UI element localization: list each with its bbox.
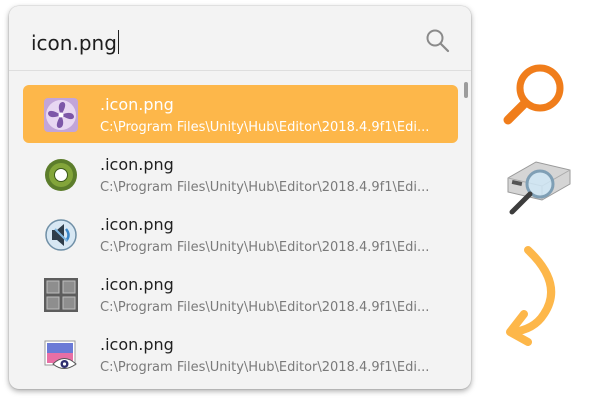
result-row[interactable]: .icon.png C:\Program Files\Unity\Hub\Edi… xyxy=(23,325,458,383)
result-name: .icon.png xyxy=(100,215,174,234)
result-path: C:\Program Files\Unity\Hub\Editor\2018.4… xyxy=(100,180,430,195)
result-path: C:\Program Files\Unity\Hub\Editor\2018.4… xyxy=(100,120,430,135)
result-name: .icon.png xyxy=(100,155,174,174)
fan-icon xyxy=(44,98,78,132)
result-row[interactable]: .icon.png C:\Program Files\Unity\Hub\Edi… xyxy=(23,265,458,323)
search-input[interactable]: icon.png xyxy=(31,28,119,58)
result-name: .icon.png xyxy=(100,275,174,294)
image-eye-icon xyxy=(44,340,77,369)
curved-arrow-icon xyxy=(506,246,556,346)
results-list: .icon.png C:\Program Files\Unity\Hub\Edi… xyxy=(9,71,471,389)
result-row[interactable]: .icon.png C:\Program Files\Unity\Hub\Edi… xyxy=(23,145,458,203)
result-row[interactable]: .icon.png C:\Program Files\Unity\Hub\Edi… xyxy=(23,205,458,263)
stage: icon.png .icon.png C:\Program Files\Unit… xyxy=(0,0,598,408)
result-path: C:\Program Files\Unity\Hub\Editor\2018.4… xyxy=(100,360,430,375)
green-ring-icon xyxy=(45,159,77,191)
magnifier-icon xyxy=(503,64,564,125)
scrollbar-thumb[interactable] xyxy=(464,82,468,98)
search-icon[interactable] xyxy=(425,28,451,54)
search-window: icon.png .icon.png C:\Program Files\Unit… xyxy=(9,6,471,389)
search-bar: icon.png xyxy=(9,6,471,71)
result-row-selected[interactable]: .icon.png C:\Program Files\Unity\Hub\Edi… xyxy=(23,85,458,143)
result-name: .icon.png xyxy=(100,335,174,354)
text-caret xyxy=(117,30,119,54)
grid-icon xyxy=(44,278,78,312)
result-path: C:\Program Files\Unity\Hub\Editor\2018.4… xyxy=(100,240,430,255)
result-name: .icon.png xyxy=(100,95,174,114)
result-path: C:\Program Files\Unity\Hub\Editor\2018.4… xyxy=(100,300,430,315)
speaker-icon xyxy=(45,219,77,251)
drive-search-icon xyxy=(507,161,571,215)
search-query: icon.png xyxy=(31,31,117,55)
